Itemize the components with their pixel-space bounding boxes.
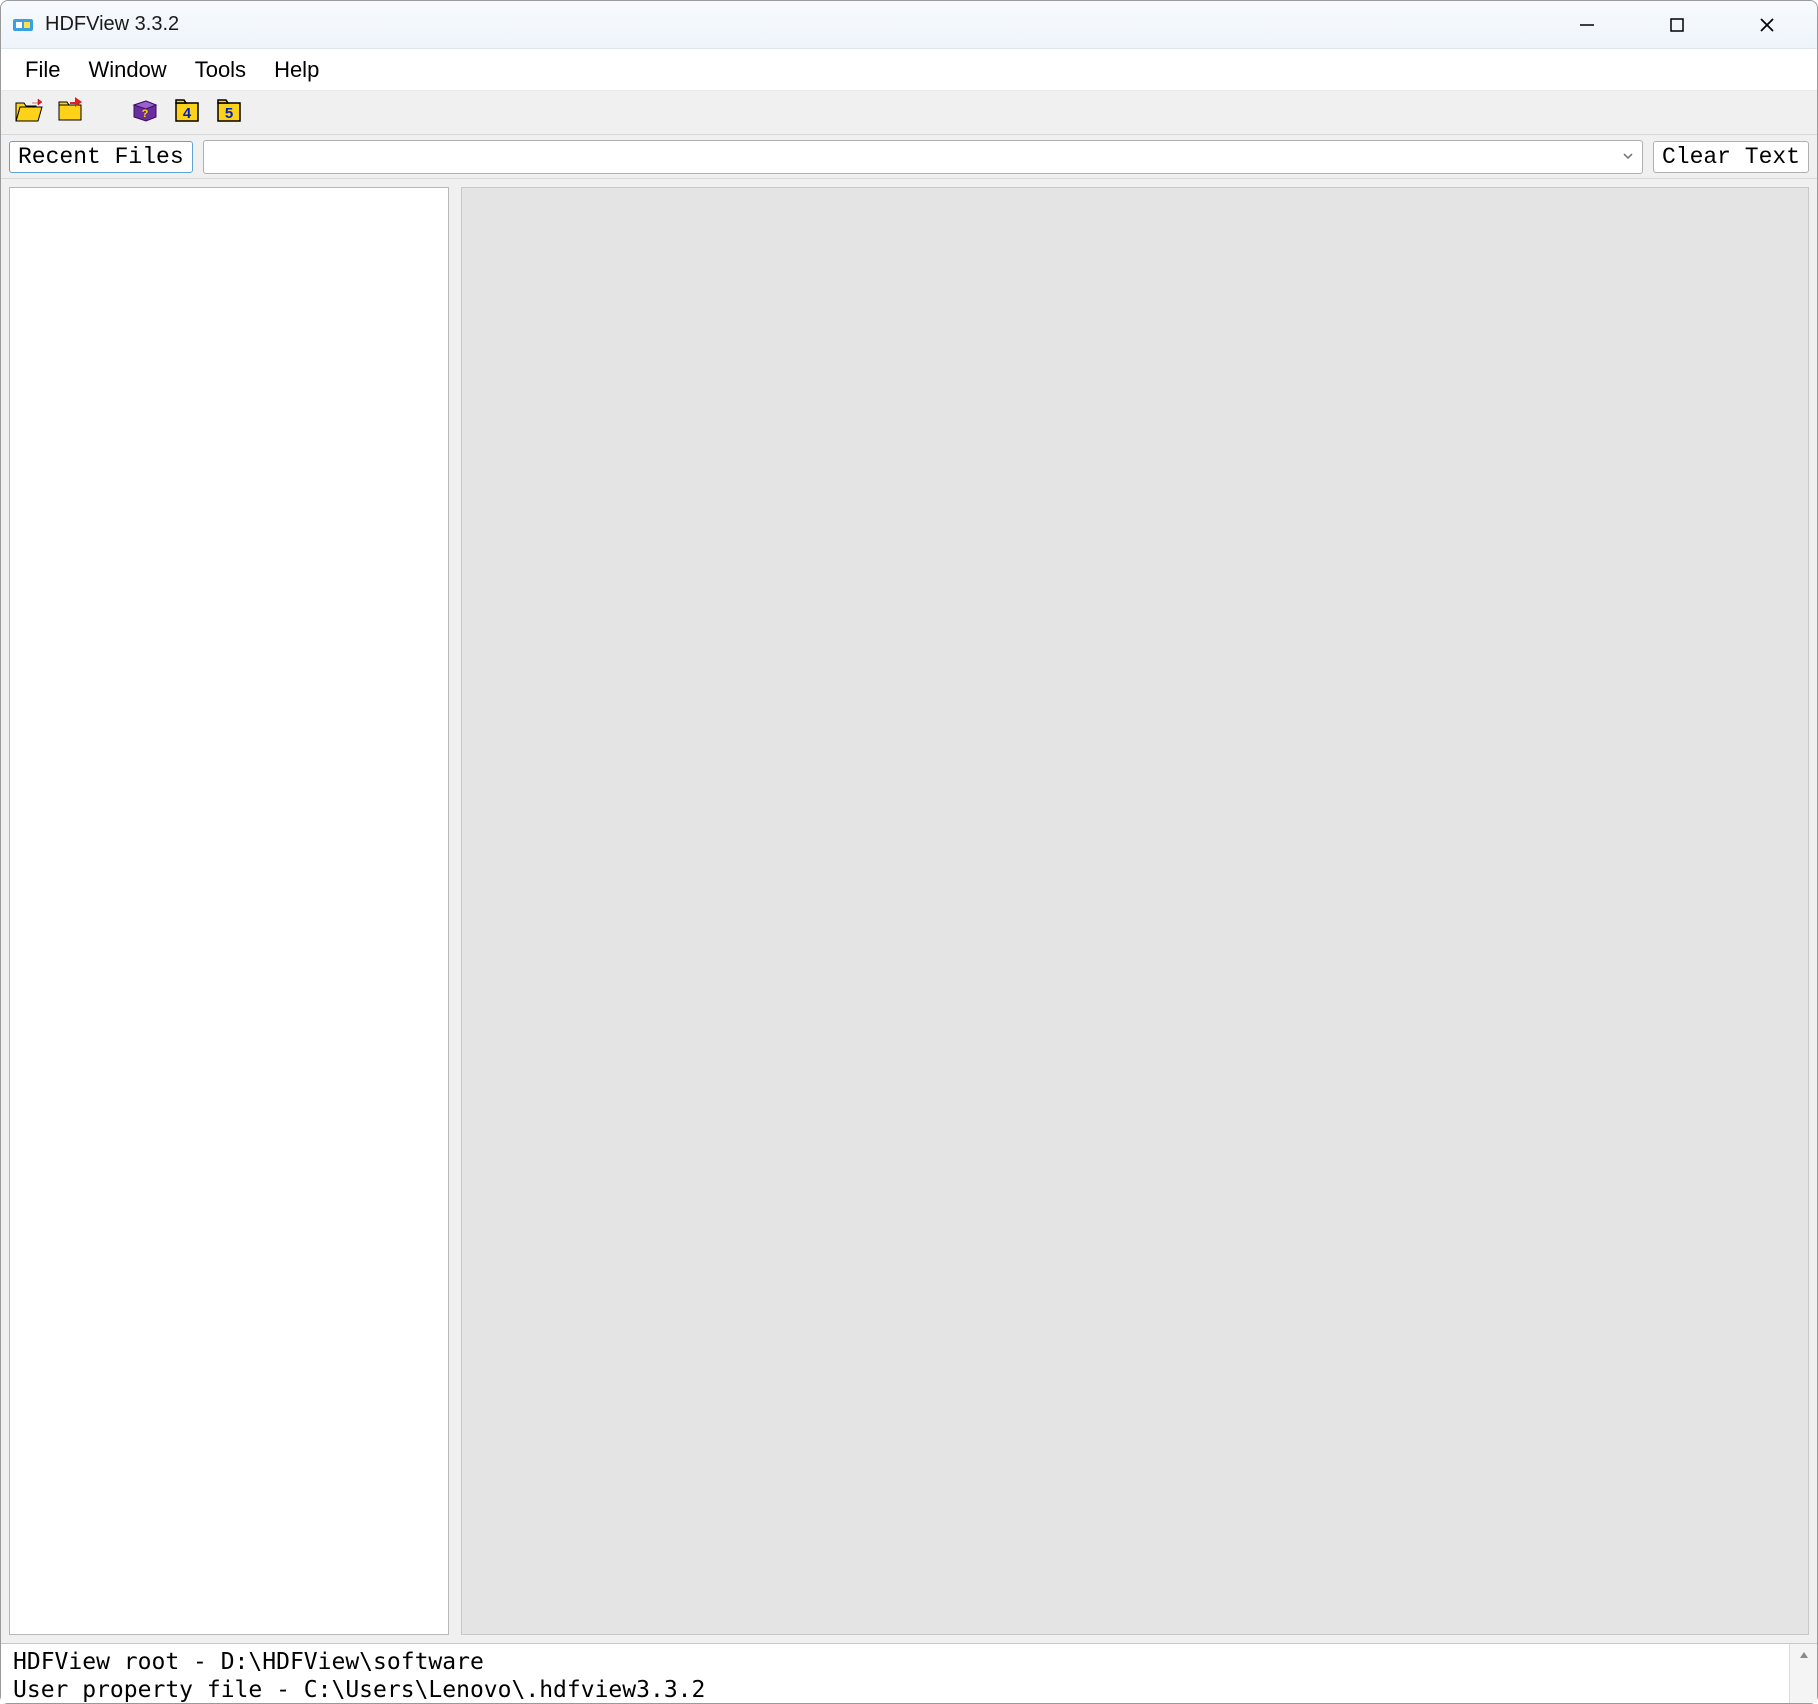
menu-file[interactable]: File bbox=[11, 51, 74, 89]
close-file-button[interactable] bbox=[53, 98, 89, 128]
log-line-2: User property file - C:\Users\Lenovo\.hd… bbox=[13, 1677, 705, 1703]
menu-window[interactable]: Window bbox=[74, 51, 180, 89]
window-controls bbox=[1557, 5, 1807, 45]
toolbar: ? 4 5 bbox=[1, 91, 1817, 135]
close-button[interactable] bbox=[1737, 5, 1797, 45]
svg-text:4: 4 bbox=[183, 105, 192, 122]
new-hdf5-button[interactable]: 5 bbox=[211, 98, 247, 128]
close-file-icon bbox=[56, 97, 86, 128]
svg-text:5: 5 bbox=[225, 105, 233, 122]
content-panel[interactable] bbox=[461, 187, 1809, 1635]
minimize-button[interactable] bbox=[1557, 5, 1617, 45]
chevron-down-icon bbox=[1622, 149, 1634, 165]
recent-files-combo[interactable] bbox=[203, 140, 1643, 174]
log-text: HDFView root - D:\HDFView\software User … bbox=[1, 1644, 1789, 1703]
menu-help[interactable]: Help bbox=[260, 51, 333, 89]
help-book-button[interactable]: ? bbox=[127, 98, 163, 128]
scroll-up-icon bbox=[1798, 1648, 1810, 1666]
hdf5-icon: 5 bbox=[214, 97, 244, 128]
menu-tools[interactable]: Tools bbox=[181, 51, 260, 89]
main-area bbox=[1, 179, 1817, 1643]
file-tree-panel[interactable] bbox=[9, 187, 449, 1635]
window-title: HDFView 3.3.2 bbox=[45, 13, 179, 36]
open-file-icon bbox=[14, 97, 44, 128]
clear-text-button[interactable]: Clear Text bbox=[1653, 141, 1809, 173]
maximize-button[interactable] bbox=[1647, 5, 1707, 45]
menubar: File Window Tools Help bbox=[1, 49, 1817, 91]
help-book-icon: ? bbox=[130, 97, 160, 128]
log-line-1: HDFView root - D:\HDFView\software bbox=[13, 1649, 484, 1675]
recent-files-button[interactable]: Recent Files bbox=[9, 141, 193, 173]
open-file-button[interactable] bbox=[11, 98, 47, 128]
svg-text:?: ? bbox=[142, 108, 149, 120]
log-scrollbar[interactable] bbox=[1789, 1644, 1817, 1703]
new-hdf4-button[interactable]: 4 bbox=[169, 98, 205, 128]
hdf4-icon: 4 bbox=[172, 97, 202, 128]
titlebar: HDFView 3.3.2 bbox=[1, 1, 1817, 49]
log-panel: HDFView root - D:\HDFView\software User … bbox=[1, 1643, 1817, 1703]
recent-files-row: Recent Files Clear Text bbox=[1, 135, 1817, 179]
app-icon bbox=[11, 13, 35, 37]
app-window: HDFView 3.3.2 File Window Tools Help bbox=[0, 0, 1818, 1704]
